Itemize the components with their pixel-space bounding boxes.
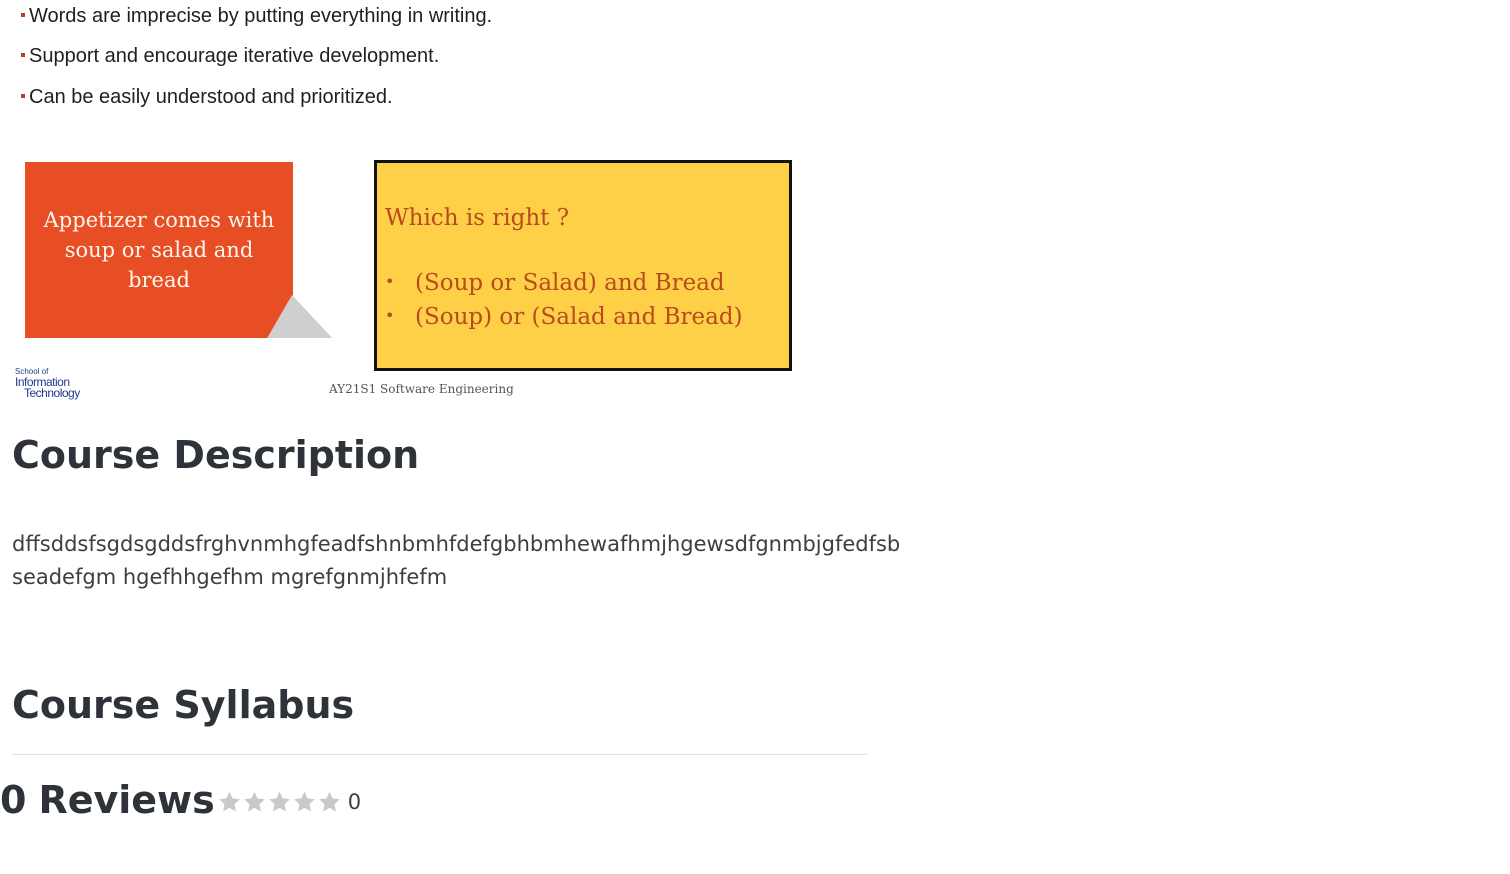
reviews-count: 0 <box>0 778 27 822</box>
callout-text: Appetizer comes with soup or salad and b… <box>43 208 275 292</box>
rating-count: 0 <box>347 790 362 814</box>
bullet-square-icon <box>21 93 25 98</box>
star-icon <box>242 790 267 814</box>
slide-image: Words are imprecise by putting everythin… <box>0 0 870 405</box>
bullet-square-icon <box>21 12 25 17</box>
reviews-label: Reviews <box>38 778 215 822</box>
question-option: • (Soup) or (Salad and Bread) <box>385 301 743 335</box>
speech-callout: Appetizer comes with soup or salad and b… <box>25 162 293 338</box>
bullet-square-icon <box>21 52 25 57</box>
course-syllabus-heading: Course Syllabus <box>12 683 355 727</box>
star-icon <box>317 790 342 814</box>
section-divider <box>12 754 867 755</box>
star-icon <box>217 790 242 814</box>
question-title: Which is right ? <box>385 205 570 231</box>
question-option: • (Soup or Salad) and Bread <box>385 267 743 301</box>
school-logo: School of Information Technology <box>15 367 80 400</box>
bullet-dot-icon: • <box>385 306 395 325</box>
question-options: • (Soup or Salad) and Bread • (Soup) or (S… <box>385 267 743 335</box>
course-description-text: dffsddsfsgdsgddsfrghvnmhgfeadfshnbmhfdef… <box>12 528 952 594</box>
course-description-heading: Course Description <box>12 433 420 477</box>
description-line: dffsddsfsgdsgddsfrghvnmhgfeadfshnbmhfdef… <box>12 532 901 556</box>
slide-footer-caption: AY21S1 Software Engineering <box>329 382 514 396</box>
star-icon <box>292 790 317 814</box>
reviews-heading: 0 Reviews <box>0 778 215 822</box>
star-icon <box>267 790 292 814</box>
bullet-dot-icon: • <box>385 272 395 291</box>
slide-bullet: Support and encourage iterative developm… <box>21 45 439 68</box>
question-box: Which is right ? • (Soup or Salad) and Br… <box>374 160 792 371</box>
slide-bullet: Can be easily understood and prioritized… <box>21 86 393 109</box>
description-line: seadefgm hgefhhgefhm mgrefgnmjhfefm <box>12 565 448 589</box>
reviews-summary: 0 Reviews 0 <box>0 778 361 822</box>
slide-bullet: Words are imprecise by putting everythin… <box>21 5 492 28</box>
star-rating <box>217 790 342 814</box>
